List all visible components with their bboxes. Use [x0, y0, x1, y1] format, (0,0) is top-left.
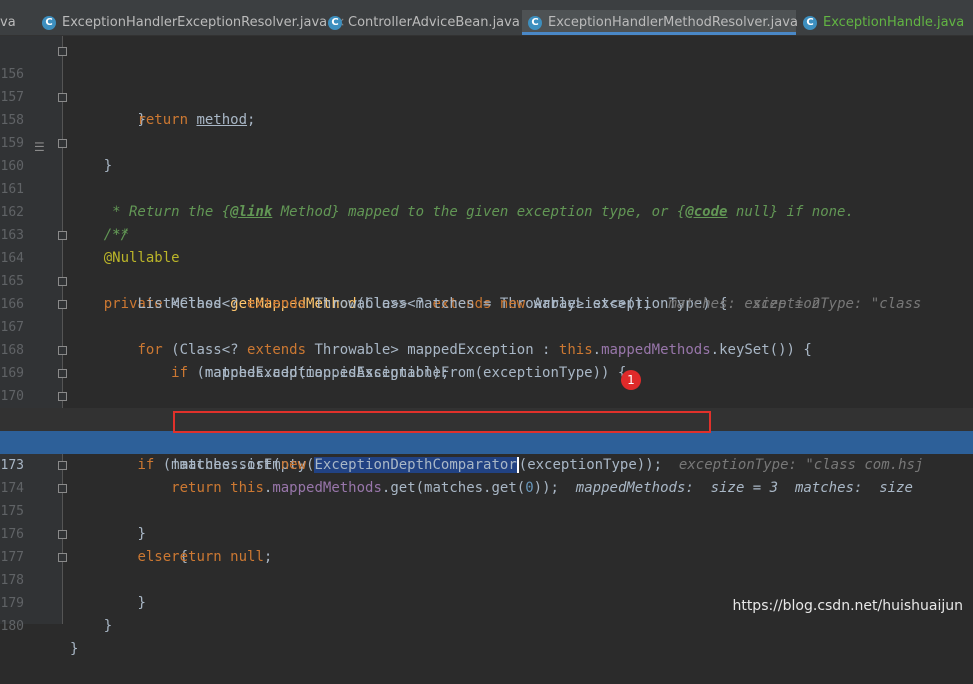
code-line-execution-point[interactable]: 173 return this.mappedMethods.get(matche… — [0, 431, 973, 496]
code-line[interactable]: 168 matches.add(mappedException); — [0, 316, 973, 381]
fold-marker-icon[interactable] — [58, 47, 67, 56]
tab-controlleradvicebean[interactable]: C ControllerAdviceBean.java× — [328, 10, 538, 35]
tab-label: ExceptionHandlerMethodResolver.java — [548, 15, 798, 30]
fold-marker-icon[interactable] — [58, 461, 67, 470]
code-line[interactable]: 176 return null; — [0, 500, 973, 565]
code-line[interactable]: 169 } — [0, 339, 973, 427]
tab-label: va — [0, 15, 16, 30]
code-line[interactable]: 163 @Nullable — [0, 201, 973, 266]
code-text: } — [103, 618, 113, 634]
line-number: 180 — [0, 619, 24, 634]
code-line[interactable]: 164 private Method getMappedMethod(Class… — [0, 224, 973, 312]
annotation-number-badge: 1 — [621, 370, 641, 390]
code-line[interactable]: 166 for (Class<? extends Throwable> mapp… — [0, 270, 973, 358]
tab-partial-java[interactable]: va — [0, 10, 16, 35]
code-line[interactable]: 177 } — [0, 523, 973, 611]
code-line[interactable]: 162 */ — [0, 178, 973, 243]
fold-marker-icon[interactable] — [58, 553, 67, 562]
code-line[interactable]: 178 } — [0, 546, 973, 634]
fold-marker-icon[interactable] — [58, 346, 67, 355]
code-line[interactable]: 158 } — [0, 86, 973, 174]
fold-marker-icon[interactable] — [58, 369, 67, 378]
code-line[interactable]: 170 } — [0, 362, 973, 450]
fold-marker-icon[interactable] — [58, 231, 67, 240]
highlight-annotation-box — [173, 411, 711, 433]
editor-tab-bar: va C ExceptionHandlerExceptionResolver.j… — [0, 0, 973, 36]
java-class-icon: C — [528, 16, 542, 30]
fold-marker-icon[interactable] — [58, 300, 67, 309]
code-line[interactable]: 174 } — [0, 454, 973, 542]
code-line[interactable]: 161 * Return the {@link Method} mapped t… — [0, 155, 973, 220]
java-class-icon: C — [328, 16, 342, 30]
fold-marker-icon[interactable] — [58, 530, 67, 539]
code-editor[interactable]: 156 } 157 return method; 158 } 159 160 ☰… — [0, 36, 973, 657]
code-line[interactable]: 165 List<Class<? extends Throwable>> mat… — [0, 247, 973, 312]
tab-exceptionhandle[interactable]: C ExceptionHandle.java× — [803, 10, 973, 35]
code-line[interactable]: 157 return method; — [0, 63, 973, 128]
code-line[interactable]: 167 if (mappedException.isAssignableFrom… — [0, 293, 973, 381]
code-line[interactable]: 179 — [0, 569, 973, 611]
code-line[interactable]: 175 else { — [0, 477, 973, 565]
tab-label: ControllerAdviceBean.java — [348, 15, 520, 30]
code-text: } — [70, 641, 79, 657]
fold-marker-icon[interactable] — [58, 392, 67, 401]
fold-marker-icon[interactable] — [58, 139, 67, 148]
tab-label: ExceptionHandle.java — [823, 15, 965, 30]
fold-marker-icon[interactable] — [58, 277, 67, 286]
code-line[interactable]: 156 } — [0, 40, 973, 128]
code-line[interactable]: 171 if (!matches.isEmpty()) { — [0, 385, 973, 473]
tab-label: ExceptionHandlerExceptionResolver.java — [62, 15, 328, 30]
code-line[interactable]: 159 — [0, 109, 973, 151]
java-class-icon: C — [42, 16, 56, 30]
fold-marker-icon[interactable] — [58, 93, 67, 102]
java-class-icon: C — [803, 16, 817, 30]
tab-exceptionhandlermethodresolver[interactable]: C ExceptionHandlerMethodResolver.java× — [522, 10, 816, 35]
fold-marker-icon[interactable] — [58, 484, 67, 493]
watermark: https://blog.csdn.net/huishuaijun — [732, 598, 963, 614]
tab-exceptionhandlerexceptionresolver[interactable]: C ExceptionHandlerExceptionResolver.java… — [42, 10, 345, 35]
code-line[interactable]: 160 ☰ /** — [0, 132, 973, 243]
